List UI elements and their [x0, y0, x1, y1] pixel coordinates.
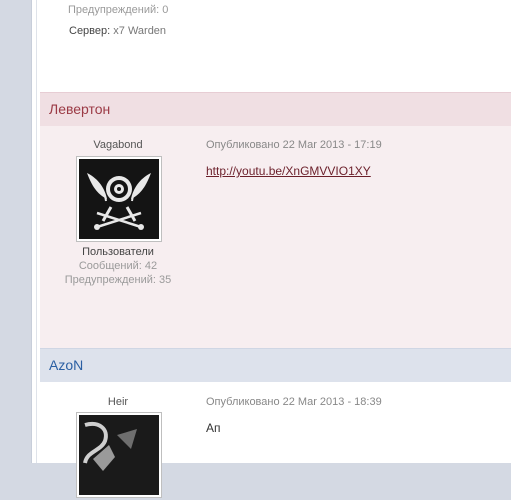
posts-count: Сообщений: 42 — [48, 260, 188, 272]
avatar[interactable] — [77, 413, 161, 497]
post-date: Опубликовано 22 Mar 2013 - 17:19 — [206, 139, 382, 151]
prev-warnings-value: 0 — [162, 4, 169, 16]
post-date: Опубликовано 22 Mar 2013 - 18:39 — [206, 396, 382, 408]
avatar[interactable] — [77, 157, 161, 241]
posts-count-value: 42 — [144, 260, 158, 272]
prev-server-value: x7 Warden — [113, 25, 167, 37]
prev-server: Сервер: x7 Warden — [69, 25, 166, 37]
user-title: Vagabond — [93, 139, 143, 151]
warnings-count: Предупреждений: 35 — [48, 274, 188, 286]
post-header: AzoN — [40, 348, 511, 383]
warnings-count-value: 35 — [159, 274, 172, 286]
post-header: Левертон — [40, 92, 511, 127]
author-name[interactable]: Левертон — [49, 101, 110, 117]
eye-emblem-icon — [79, 159, 159, 239]
column-divider — [36, 0, 37, 463]
prev-warnings: Предупреждений: 0 — [68, 4, 168, 16]
prev-warnings-label: Предупреждений: — [68, 4, 160, 16]
dark-emblem-icon — [79, 415, 159, 495]
post-content-link[interactable]: http://youtu.be/XnGMVVIO1XY — [206, 164, 371, 178]
posts-count-label: Сообщений: — [78, 260, 142, 272]
author-name[interactable]: AzoN — [49, 357, 83, 373]
prev-server-label: Сервер: — [69, 25, 111, 37]
user-title: Heir — [107, 396, 129, 408]
warnings-count-label: Предупреждений: — [64, 274, 156, 286]
post-content-text: Ап — [206, 421, 221, 435]
user-group: Пользователи — [82, 246, 154, 258]
